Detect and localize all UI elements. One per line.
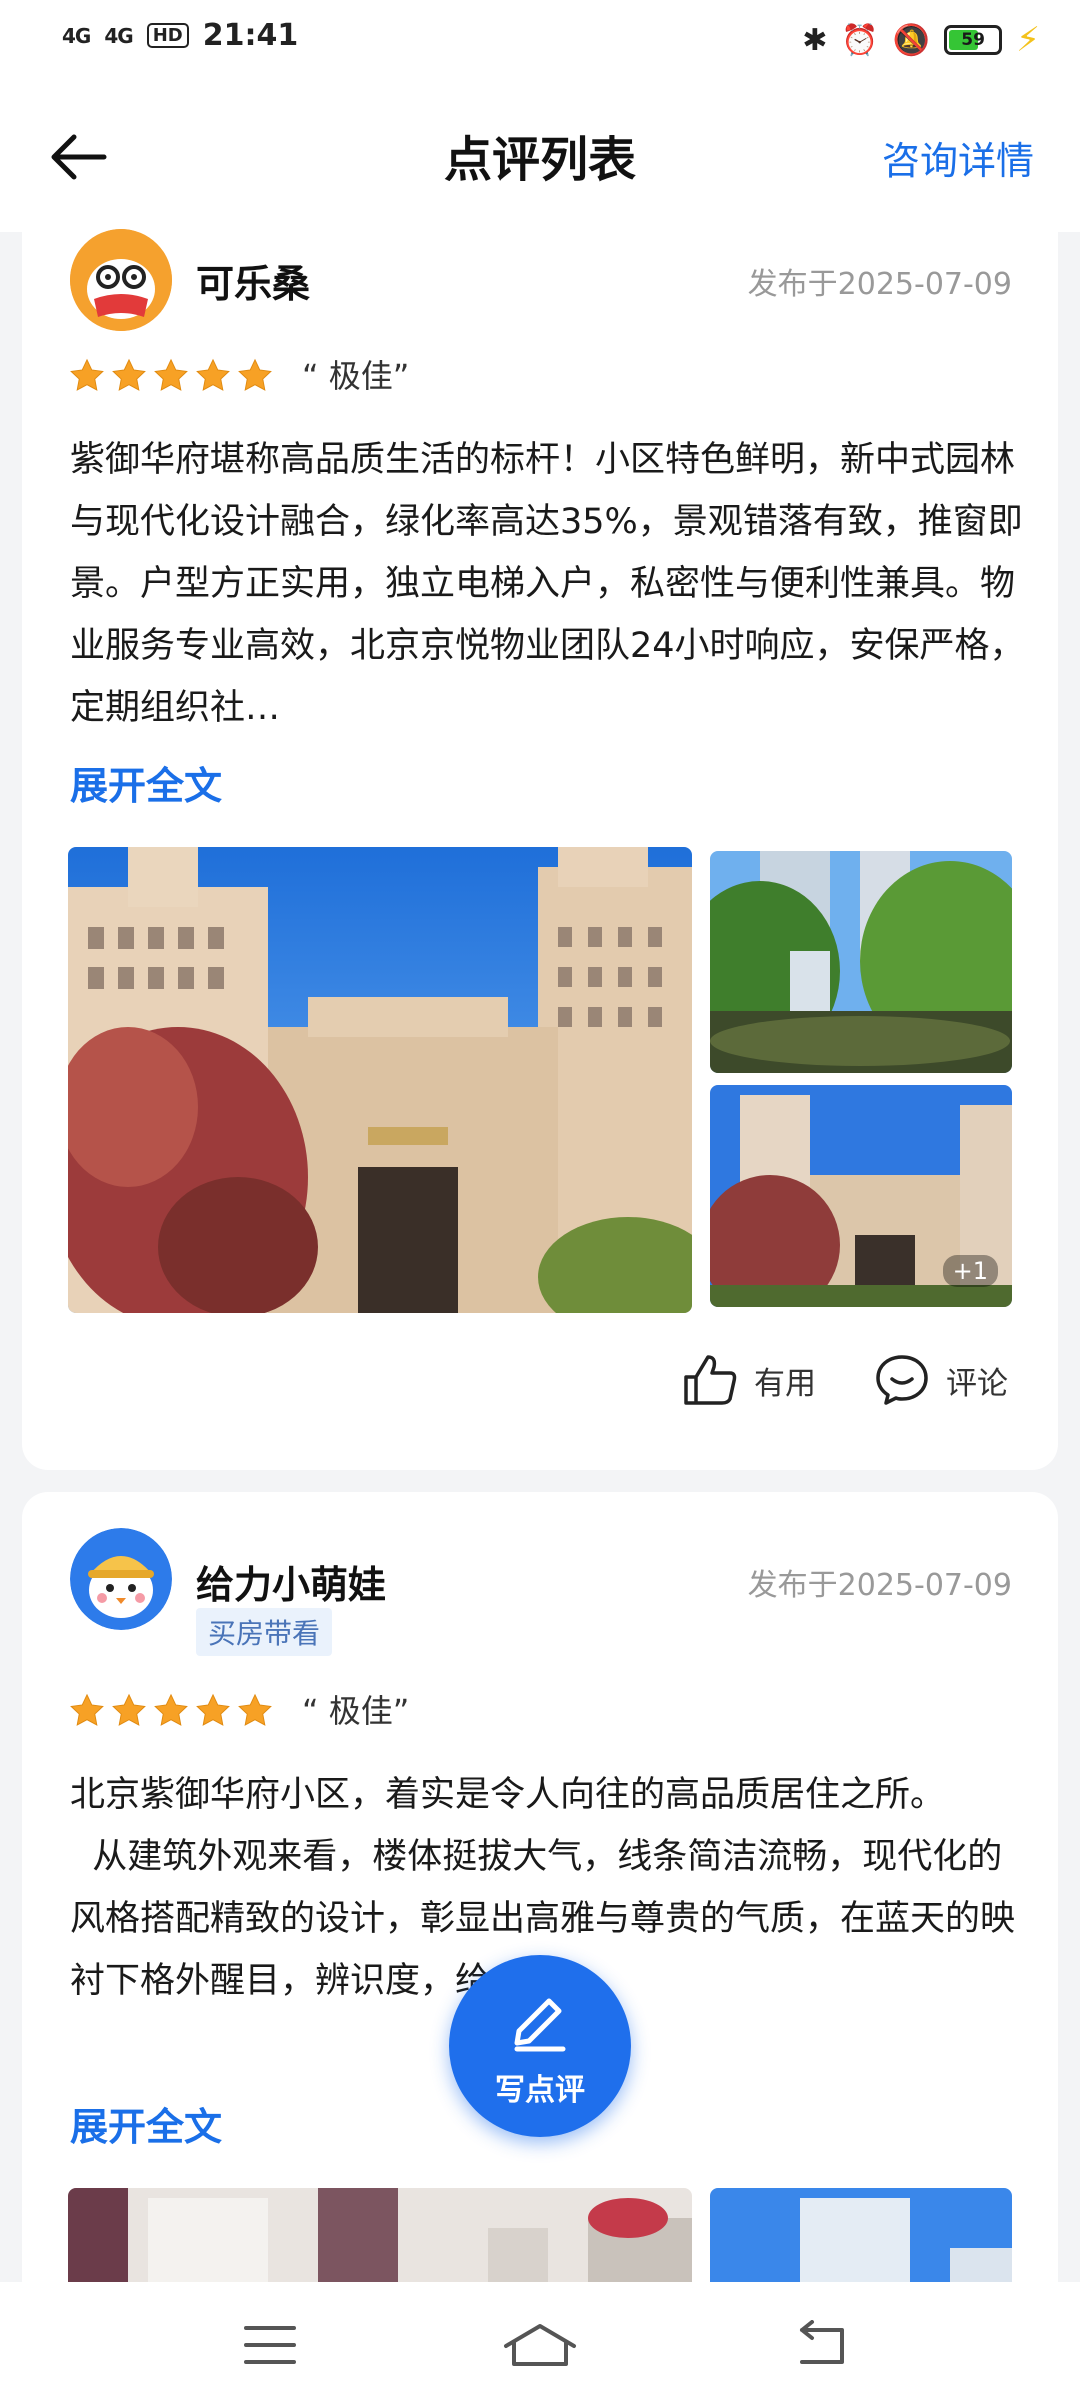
avatar[interactable] <box>70 229 172 331</box>
top-nav-bar: 点评列表 咨询详情 <box>0 80 1080 232</box>
useful-label: 有用 <box>754 1365 816 1402</box>
star-rating <box>68 1692 274 1730</box>
hd-badge: HD <box>146 23 189 48</box>
review-photo-2[interactable] <box>710 851 1012 1073</box>
star-icon <box>112 1693 146 1726</box>
status-right: ✱ ⏰ 🔕 59 ⚡ <box>802 20 1040 60</box>
review-card: 可乐桑 发布于2025-07-09 “ 极佳” 紫御华府堪称高品质生活的标杆！小… <box>22 215 1058 1470</box>
status-left: 4G 4G HD 21:41 <box>62 18 298 53</box>
post-date: 发布于2025-07-09 <box>747 1568 1012 1603</box>
signal-2: 4G <box>104 23 133 48</box>
rating-text: “ 极佳” <box>302 357 410 395</box>
comment-icon <box>876 1355 928 1405</box>
review-card: 给力小萌娃 买房带看 发布于2025-07-09 “ 极佳” 北京紫御华府小区，… <box>22 1492 1058 2332</box>
star-icon <box>112 358 146 391</box>
consult-details-link[interactable]: 咨询详情 <box>882 130 1034 185</box>
rating-text: “ 极佳” <box>302 1692 410 1730</box>
status-time: 21:41 <box>202 18 299 53</box>
post-date: 发布于2025-07-09 <box>747 267 1012 302</box>
star-icon <box>70 1693 104 1726</box>
comment-button[interactable]: 评论 <box>874 1353 1008 1407</box>
useful-button[interactable]: 有用 <box>682 1353 816 1407</box>
star-icon <box>196 358 230 391</box>
return-icon[interactable] <box>792 2320 852 2370</box>
bluetooth-icon: ✱ <box>802 22 828 58</box>
username[interactable]: 可乐桑 <box>196 253 310 308</box>
write-review-label: 写点评 <box>495 2073 585 2108</box>
star-rating <box>68 357 274 395</box>
star-icon <box>70 358 104 391</box>
home-icon[interactable] <box>500 2320 580 2370</box>
menu-icon[interactable] <box>240 2320 300 2370</box>
system-navigation-bar <box>0 2282 1080 2408</box>
star-icon <box>154 1693 188 1726</box>
star-icon <box>238 1693 272 1726</box>
write-review-button[interactable]: 写点评 <box>449 1955 631 2137</box>
review-text: 紫御华府堪称高品质生活的标杆！小区特色鲜明，新中式园林与现代化设计融合，绿化率高… <box>70 429 1030 739</box>
signal-1: 4G <box>62 23 91 48</box>
star-icon <box>196 1693 230 1726</box>
expand-full-text-link[interactable]: 展开全文 <box>70 755 222 810</box>
thumbs-up-icon <box>684 1355 737 1405</box>
status-bar: 4G 4G HD 21:41 ✱ ⏰ 🔕 59 ⚡ <box>0 0 1080 80</box>
mute-icon: 🔕 <box>892 22 931 58</box>
alarm-icon: ⏰ <box>841 22 879 58</box>
review-photo-3[interactable]: +1 <box>710 1085 1012 1307</box>
review-body: 紫御华府堪称高品质生活的标杆！小区特色鲜明，新中式园林与现代化设计融合，绿化率高… <box>70 440 1025 728</box>
username[interactable]: 给力小萌娃 <box>196 1554 386 1609</box>
expand-full-text-link[interactable]: 展开全文 <box>70 2096 222 2151</box>
pen-icon <box>514 1998 566 2052</box>
review-photo-main[interactable] <box>68 847 692 1313</box>
charging-icon: ⚡ <box>1016 20 1040 60</box>
more-photos-count: +1 <box>942 1255 998 1287</box>
comment-label: 评论 <box>946 1365 1008 1402</box>
star-icon <box>238 358 272 391</box>
user-tag: 买房带看 <box>196 1608 333 1656</box>
avatar[interactable] <box>70 1528 172 1630</box>
battery-level: 59 <box>961 30 985 50</box>
battery-icon: 59 <box>944 25 1003 55</box>
star-icon <box>154 358 188 391</box>
